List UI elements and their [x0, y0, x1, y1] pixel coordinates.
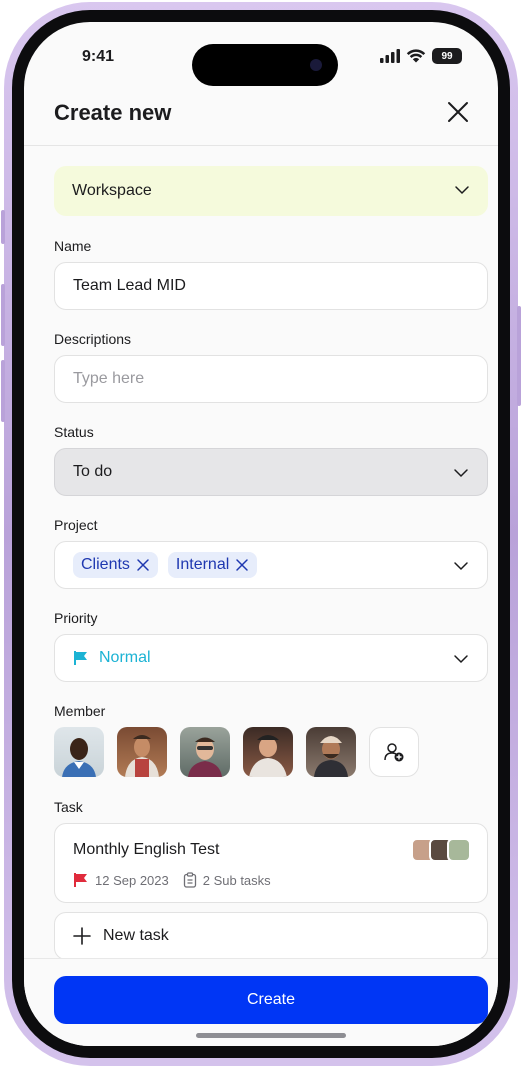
person-avatar-icon	[125, 735, 159, 777]
person-avatar-icon	[62, 738, 96, 777]
chevron-down-icon	[455, 186, 469, 195]
new-task-button[interactable]: New task	[54, 912, 488, 960]
status-value: To do	[73, 463, 113, 480]
priority-label: Priority	[54, 610, 98, 626]
priority-value: Normal	[99, 649, 151, 666]
chip-label: Internal	[175, 556, 230, 573]
name-label: Name	[54, 238, 92, 254]
descriptions-label: Descriptions	[54, 331, 132, 347]
member-avatar-5[interactable]	[306, 727, 356, 777]
chevron-down-icon	[454, 655, 468, 664]
modal-header: Create new	[24, 82, 498, 146]
home-indicator[interactable]	[196, 1033, 346, 1038]
phone: 9:41 99 Create new Workspace Name Team L…	[4, 2, 518, 1066]
person-avatar-icon	[314, 736, 348, 777]
workspace-value: Workspace	[72, 182, 152, 199]
phone-frame: 9:41 99 Create new Workspace Name Team L…	[12, 10, 510, 1058]
chip-label: Clients	[81, 556, 130, 573]
descriptions-field[interactable]: Type here	[54, 355, 488, 403]
status-select[interactable]: To do	[54, 448, 488, 496]
screen: 9:41 99 Create new Workspace Name Team L…	[24, 22, 498, 1046]
member-avatar-2[interactable]	[117, 727, 167, 777]
task-label: Task	[54, 799, 83, 815]
person-avatar-icon	[249, 735, 287, 777]
chevron-down-icon	[454, 469, 468, 478]
add-user-icon	[384, 743, 404, 762]
task-assignees	[411, 838, 471, 862]
task-meta: 12 Sep 2023 2 Sub tasks	[73, 872, 271, 888]
wifi-icon	[406, 49, 426, 63]
close-icon[interactable]	[444, 98, 472, 126]
status-bar: 9:41 99	[24, 22, 498, 86]
member-label: Member	[54, 703, 106, 719]
project-label: Project	[54, 517, 98, 533]
plus-icon	[73, 927, 91, 945]
task-date: 12 Sep 2023	[95, 872, 169, 888]
cellular-signal-icon	[380, 49, 400, 63]
member-avatar-1[interactable]	[54, 727, 104, 777]
remove-chip-icon[interactable]	[136, 558, 150, 572]
project-chip-internal[interactable]: Internal	[167, 552, 258, 578]
create-button[interactable]: Create	[54, 976, 488, 1024]
add-member-button[interactable]	[369, 727, 419, 777]
project-chip-clients[interactable]: Clients	[73, 552, 158, 578]
footer: Create	[24, 958, 498, 1046]
priority-select[interactable]: Normal	[54, 634, 488, 682]
status-icons: 99	[380, 48, 462, 64]
project-select[interactable]: Clients Internal	[54, 541, 488, 589]
descriptions-placeholder: Type here	[73, 370, 145, 387]
task-subtasks: 2 Sub tasks	[202, 872, 271, 888]
status-time: 9:41	[82, 48, 115, 65]
member-avatar-3[interactable]	[180, 727, 230, 777]
battery-icon: 99	[432, 48, 462, 64]
task-card[interactable]: Monthly English Test 12 Sep 2023 2 Sub t…	[54, 823, 488, 903]
name-value: Team Lead MID	[73, 277, 186, 294]
camera-icon	[310, 59, 322, 71]
flag-icon	[74, 873, 87, 887]
assignee-avatar	[447, 838, 471, 862]
workspace-select[interactable]: Workspace	[54, 166, 488, 216]
status-label: Status	[54, 424, 94, 440]
task-title: Monthly English Test	[73, 841, 220, 858]
page-title: Create new	[54, 100, 172, 125]
person-avatar-icon	[188, 737, 222, 777]
flag-icon	[74, 651, 87, 665]
dynamic-island	[192, 44, 338, 86]
member-avatar-4[interactable]	[243, 727, 293, 777]
clipboard-icon	[183, 872, 196, 888]
form: Workspace Name Team Lead MID Description…	[54, 166, 488, 960]
name-field[interactable]: Team Lead MID	[54, 262, 488, 310]
chevron-down-icon	[454, 562, 468, 571]
remove-chip-icon[interactable]	[235, 558, 249, 572]
new-task-label: New task	[103, 927, 169, 944]
member-list	[54, 727, 488, 777]
battery-level: 99	[441, 50, 453, 62]
